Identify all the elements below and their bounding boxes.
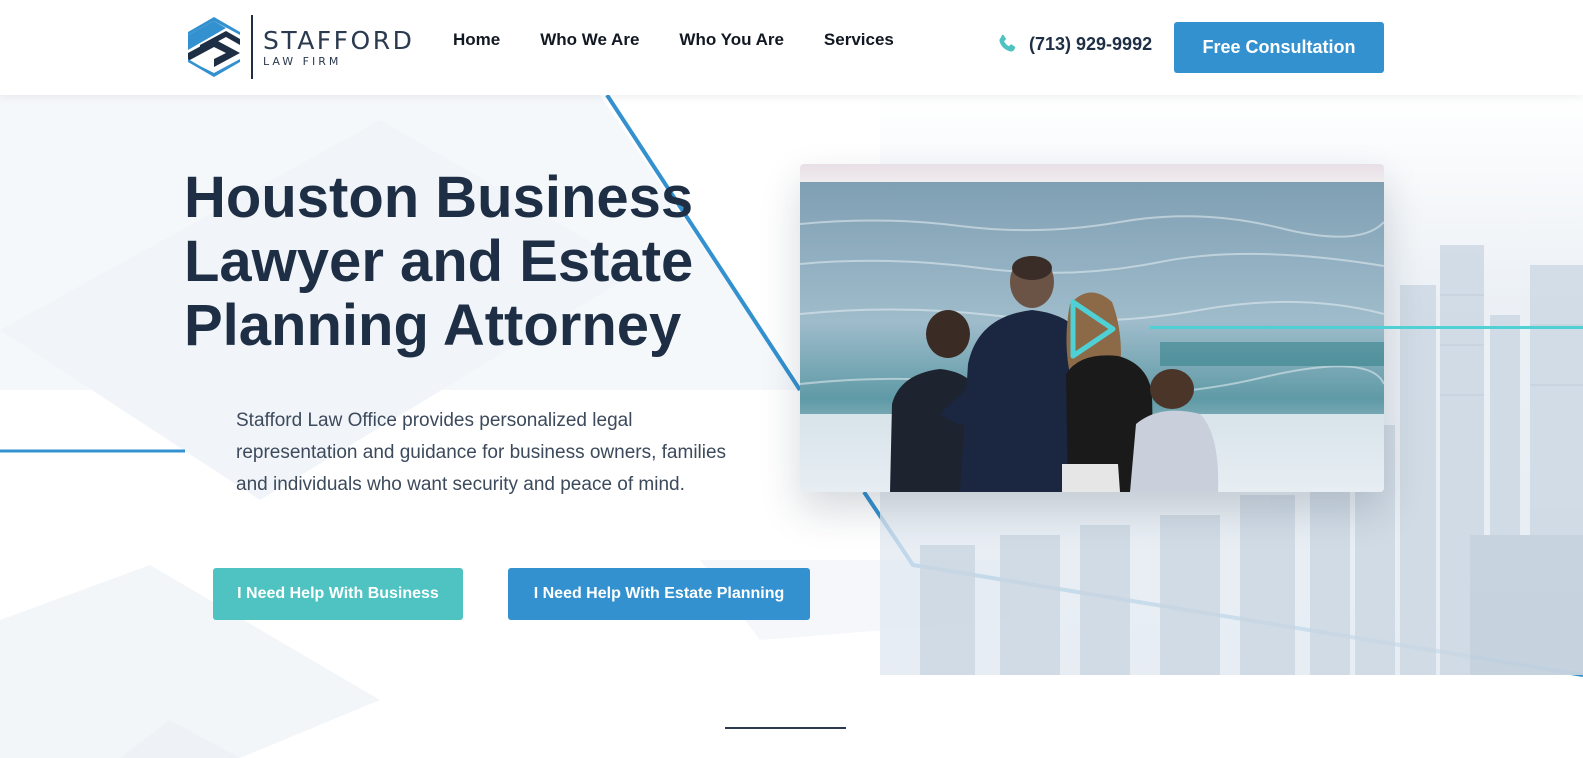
phone-link[interactable]: (713) 929-9992 xyxy=(996,33,1152,55)
phone-number: (713) 929-9992 xyxy=(1029,33,1153,54)
main-nav: Home Who We Are Who You Are Services xyxy=(453,30,894,50)
nav-item-services[interactable]: Services xyxy=(824,30,894,50)
business-help-button[interactable]: I Need Help With Business xyxy=(213,568,463,620)
site-header: STAFFORD LAW FIRM Home Who We Are Who Yo… xyxy=(0,0,1583,95)
logo[interactable]: STAFFORD LAW FIRM xyxy=(186,14,426,80)
logo-mark-icon xyxy=(188,17,240,77)
nav-item-who-you-are[interactable]: Who You Are xyxy=(679,30,784,50)
logo-divider xyxy=(251,15,253,79)
video-accent-line xyxy=(1150,326,1583,329)
hero-description: Stafford Law Office provides personalize… xyxy=(236,410,727,495)
nav-item-home[interactable]: Home xyxy=(453,30,500,50)
play-icon[interactable] xyxy=(1068,298,1118,360)
hero-title: Houston Business Lawyer and Estate Plann… xyxy=(184,165,694,358)
logo-subtitle: LAW FIRM xyxy=(263,54,342,68)
estate-planning-help-button[interactable]: I Need Help With Estate Planning xyxy=(508,568,810,620)
logo-name: STAFFORD xyxy=(263,25,415,55)
section-divider xyxy=(725,727,846,729)
phone-icon xyxy=(999,34,1016,52)
nav-item-who-we-are[interactable]: Who We Are xyxy=(540,30,639,50)
free-consultation-button[interactable]: Free Consultation xyxy=(1174,22,1384,73)
